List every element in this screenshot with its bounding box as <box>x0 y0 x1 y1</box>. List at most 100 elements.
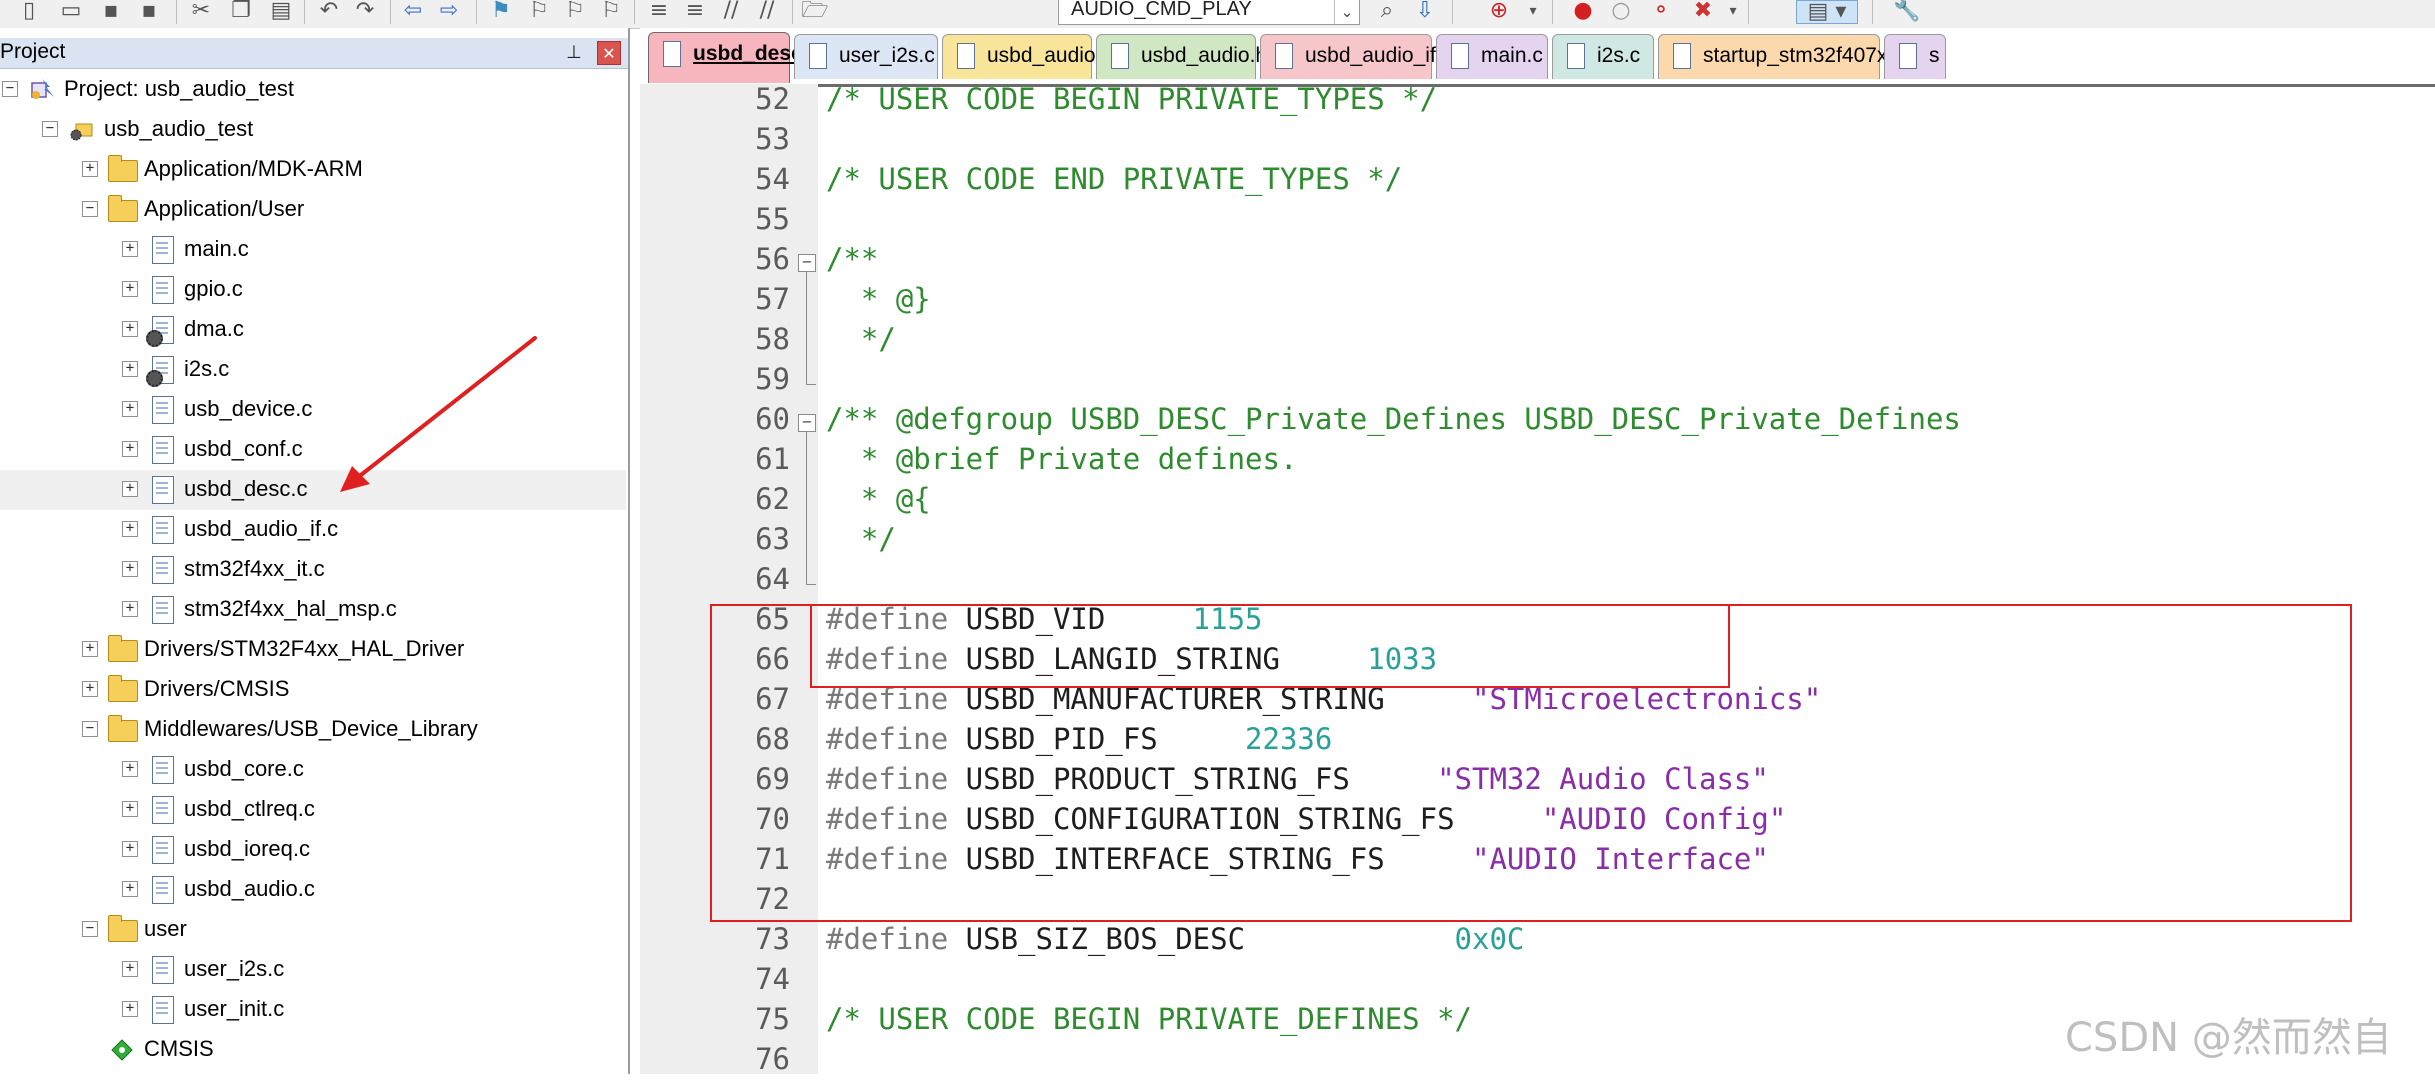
save-all-icon[interactable]: ▪ <box>134 0 164 22</box>
navigate-back-icon[interactable]: ⇦ <box>398 0 428 22</box>
tree-item[interactable]: − user <box>0 910 626 950</box>
tree-item[interactable]: + Drivers/STM32F4xx_HAL_Driver <box>0 630 626 670</box>
code-line[interactable]: 73 #define USB_SIZ_BOS_DESC 0x0C <box>640 922 2435 964</box>
debug-session-icon[interactable]: ⊕ <box>1484 0 1514 22</box>
tree-item[interactable]: + stm32f4xx_hal_msp.c <box>0 590 626 630</box>
expand-icon[interactable]: + <box>122 601 138 617</box>
tree-item[interactable]: − usb_audio_test <box>0 110 626 150</box>
tree-item[interactable]: + stm32f4xx_it.c <box>0 550 626 590</box>
download-icon[interactable]: ⇩ <box>1410 0 1440 22</box>
collapse-icon[interactable]: − <box>2 81 18 97</box>
breakpoint-disable-all-icon[interactable]: ✖ <box>1688 0 1718 22</box>
editor-tab[interactable]: user_i2s.c <box>794 34 938 79</box>
code-line[interactable]: 62 * @{ <box>640 482 2435 524</box>
editor-tab[interactable]: s <box>1884 34 1946 79</box>
copy-icon[interactable]: ❐ <box>226 0 256 22</box>
expand-icon[interactable]: + <box>122 361 138 377</box>
window-layout-icon[interactable]: ▤ ▾ <box>1796 0 1858 24</box>
fold-toggle-icon[interactable]: − <box>798 414 816 432</box>
code-line[interactable]: 59 <box>640 362 2435 404</box>
breakpoint-insert-icon[interactable]: ● <box>1568 0 1598 22</box>
fold-toggle-icon[interactable]: − <box>798 254 816 272</box>
expand-icon[interactable]: + <box>122 241 138 257</box>
configure-icon[interactable]: 🔧 <box>1892 0 1922 22</box>
tree-item[interactable]: + user_i2s.c <box>0 950 626 990</box>
paste-icon[interactable]: ▤ <box>266 0 296 22</box>
editor-tab[interactable]: usbd_audio_if.c <box>1260 34 1452 79</box>
tree-item[interactable]: + Drivers/CMSIS <box>0 670 626 710</box>
expand-icon[interactable]: + <box>122 401 138 417</box>
code-line[interactable]: 60−/** @defgroup USBD_DESC_Private_Defin… <box>640 402 2435 444</box>
editor-tab[interactable]: i2s.c <box>1552 34 1654 79</box>
dropdown-arrow-icon[interactable]: ▾ <box>1518 0 1548 22</box>
find-icon[interactable]: ⌕ <box>1372 0 1402 22</box>
code-line[interactable]: 54 /* USER CODE END PRIVATE_TYPES */ <box>640 162 2435 204</box>
unindent-icon[interactable]: ≡ <box>680 0 710 22</box>
editor-tab[interactable]: usbd_audio.c <box>942 34 1112 79</box>
expand-icon[interactable]: + <box>122 561 138 577</box>
code-line[interactable]: 55 <box>640 202 2435 244</box>
code-line[interactable]: 52 /* USER CODE BEGIN PRIVATE_TYPES */ <box>640 82 2435 124</box>
expand-icon[interactable]: + <box>122 321 138 337</box>
bookmark-icon[interactable]: ⚑ <box>486 0 516 22</box>
uncomment-icon[interactable]: // <box>752 0 782 22</box>
comment-icon[interactable]: // <box>716 0 746 22</box>
bookmark-next-icon[interactable]: ⚐ <box>560 0 590 22</box>
tree-item[interactable]: + usbd_ioreq.c <box>0 830 626 870</box>
tree-item[interactable]: − Project: usb_audio_test <box>0 70 626 110</box>
code-line[interactable]: 74 <box>640 962 2435 1004</box>
tree-item[interactable]: + usbd_audio_if.c <box>0 510 626 550</box>
expand-icon[interactable]: + <box>122 281 138 297</box>
breakpoint-disable-icon[interactable]: ○ <box>1606 0 1636 22</box>
code-area[interactable]: 52/* USER CODE BEGIN PRIVATE_TYPES */53 5… <box>640 82 2435 1076</box>
bookmark-clear-icon[interactable]: ⚐ <box>596 0 626 22</box>
collapse-icon[interactable]: − <box>82 201 98 217</box>
tree-item[interactable]: + main.c <box>0 230 626 270</box>
tree-item[interactable]: + usbd_audio.c <box>0 870 626 910</box>
new-file-icon[interactable]: ▯ <box>14 0 44 22</box>
close-icon[interactable]: ✕ <box>597 41 621 65</box>
indent-icon[interactable]: ≡ <box>644 0 674 22</box>
tree-item[interactable]: − Application/User <box>0 190 626 230</box>
expand-icon[interactable]: + <box>82 161 98 177</box>
find-in-files-icon[interactable]: 🗁 <box>800 0 830 22</box>
breakpoint-kill-icon[interactable]: ⚬ <box>1646 0 1676 22</box>
open-folder-icon[interactable]: ▭ <box>56 0 86 22</box>
editor-tab[interactable]: main.c <box>1436 34 1548 79</box>
editor-tab[interactable]: startup_stm32f407xx.s <box>1658 34 1914 79</box>
tree-item[interactable]: + gpio.c <box>0 270 626 310</box>
expand-icon[interactable]: + <box>122 481 138 497</box>
code-line[interactable]: 61 * @brief Private defines. <box>640 442 2435 484</box>
expand-icon[interactable]: + <box>122 961 138 977</box>
tree-item[interactable]: + Application/MDK-ARM <box>0 150 626 190</box>
save-icon[interactable]: ▪ <box>96 0 126 22</box>
editor-tab[interactable]: usbd_audio.h <box>1096 34 1267 79</box>
collapse-icon[interactable]: − <box>82 921 98 937</box>
chevron-down-icon[interactable]: ⌄ <box>1334 0 1359 24</box>
expand-icon[interactable]: + <box>122 761 138 777</box>
expand-icon[interactable]: + <box>122 1001 138 1017</box>
code-line[interactable]: 53 <box>640 122 2435 164</box>
code-line[interactable]: 64 <box>640 562 2435 604</box>
expand-icon[interactable]: + <box>122 841 138 857</box>
expand-icon[interactable]: + <box>122 441 138 457</box>
tree-item[interactable]: + usbd_core.c <box>0 750 626 790</box>
tree-item[interactable]: CMSIS <box>0 1030 626 1070</box>
tree-item[interactable]: + user_init.c <box>0 990 626 1030</box>
code-line[interactable]: 57 * @} <box>640 282 2435 324</box>
expand-icon[interactable]: + <box>122 521 138 537</box>
collapse-icon[interactable]: − <box>42 121 58 137</box>
dropdown-arrow-icon[interactable]: ▾ <box>1718 0 1748 22</box>
collapse-icon[interactable]: − <box>82 721 98 737</box>
undo-icon[interactable]: ↶ <box>314 0 344 22</box>
expand-icon[interactable]: + <box>82 641 98 657</box>
bookmark-prev-icon[interactable]: ⚐ <box>524 0 554 22</box>
redo-icon[interactable]: ↷ <box>350 0 380 22</box>
tree-item[interactable]: + usbd_ctlreq.c <box>0 790 626 830</box>
target-select[interactable]: AUDIO_CMD_PLAY ⌄ <box>1058 0 1360 25</box>
expand-icon[interactable]: + <box>82 681 98 697</box>
navigate-forward-icon[interactable]: ⇨ <box>434 0 464 22</box>
editor-tab[interactable]: usbd_desc.c <box>648 32 820 83</box>
expand-icon[interactable]: + <box>122 881 138 897</box>
tree-item[interactable]: − Middlewares/USB_Device_Library <box>0 710 626 750</box>
